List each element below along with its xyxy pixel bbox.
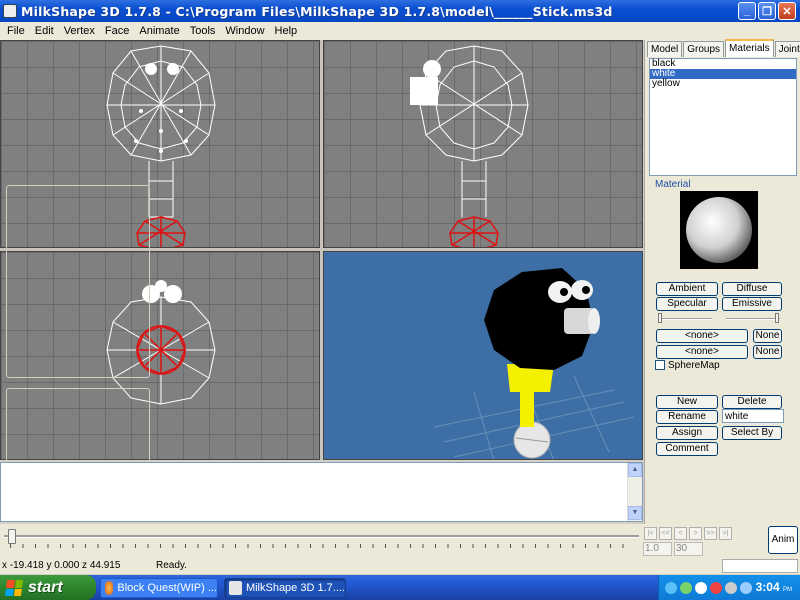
ambient-button[interactable]: Ambient: [656, 282, 718, 296]
menu-animate[interactable]: Animate: [134, 25, 184, 37]
start-label: start: [28, 578, 63, 596]
menu-bar: File Edit Vertex Face Animate Tools Wind…: [0, 22, 800, 40]
panel-tabs: Model Groups Materials Joints: [647, 39, 800, 57]
windows-flag-icon: [4, 579, 24, 596]
volume-icon[interactable]: [725, 581, 737, 594]
material-group: [6, 185, 150, 378]
material-preview: [680, 191, 758, 269]
coordinates-readout: x -19.418 y 0.000 z 44.915: [2, 560, 121, 571]
status-field: [722, 559, 798, 573]
menu-tools[interactable]: Tools: [185, 25, 221, 37]
menu-edit[interactable]: Edit: [30, 25, 59, 37]
tab-groups[interactable]: Groups: [683, 41, 725, 57]
alpha-none-button[interactable]: None: [753, 345, 782, 359]
window-title: MilkShape 3D 1.7.8 - C:\Program Files\Mi…: [21, 3, 613, 19]
clock-time: 3:04: [755, 580, 780, 594]
timeline-thumb[interactable]: [8, 529, 16, 544]
preview-sphere: [686, 197, 752, 263]
material-item-yellow[interactable]: yellow: [650, 79, 796, 89]
menu-face[interactable]: Face: [100, 25, 134, 37]
material-group-label: Material: [654, 179, 692, 190]
next-frame-button[interactable]: >: [689, 527, 702, 540]
side-wireframe: [410, 45, 529, 247]
spheremap-label: SphereMap: [668, 360, 720, 371]
clock[interactable]: 3:04 PM: [756, 580, 792, 594]
status-message: Ready.: [156, 560, 187, 571]
material-name-input[interactable]: [722, 409, 784, 423]
console-scrollbar[interactable]: ▲ ▼: [627, 463, 642, 521]
emissive-button[interactable]: Emissive: [722, 297, 782, 311]
spheremap-checkbox[interactable]: [655, 360, 665, 370]
message-console[interactable]: ▲ ▼: [0, 462, 643, 522]
next-key-button[interactable]: >>: [704, 527, 717, 540]
minimize-button[interactable]: _: [738, 2, 756, 20]
material-actions-group: [6, 388, 150, 462]
viewport-3d[interactable]: [323, 251, 643, 460]
scroll-up-icon[interactable]: ▲: [628, 463, 642, 477]
alpha-texture-button[interactable]: <none>: [656, 345, 748, 359]
update-icon[interactable]: [710, 581, 722, 594]
last-frame-button[interactable]: >|: [719, 527, 732, 540]
taskbar-item-label: Block Quest(WIP) ...: [117, 582, 217, 594]
first-frame-button[interactable]: |<: [644, 527, 657, 540]
title-bar: MilkShape 3D 1.7.8 - C:\Program Files\Mi…: [0, 0, 800, 22]
texture-none-button[interactable]: None: [753, 329, 782, 343]
display-icon[interactable]: [740, 581, 752, 594]
start-button[interactable]: start: [0, 575, 96, 600]
menu-vertex[interactable]: Vertex: [59, 25, 100, 37]
viewport-side[interactable]: [323, 40, 643, 248]
shininess-slider[interactable]: [658, 318, 712, 320]
assign-button[interactable]: Assign: [656, 426, 718, 440]
tab-joints[interactable]: Joints: [774, 41, 800, 57]
transparency-slider[interactable]: [726, 318, 780, 320]
animation-timeline: |< << < > >> >| 1.0 30: [0, 524, 800, 558]
clock-ampm: PM: [783, 587, 792, 593]
close-button[interactable]: ✕: [778, 2, 796, 20]
select-by-button[interactable]: Select By: [722, 426, 782, 440]
anim-toggle-button[interactable]: Anim: [768, 526, 798, 554]
menu-window[interactable]: Window: [220, 25, 269, 37]
status-bar: x -19.418 y 0.000 z 44.915 Ready.: [0, 558, 800, 574]
milkshape-icon: [229, 581, 242, 595]
transparency-thumb[interactable]: [775, 313, 779, 323]
end-frame-field[interactable]: 30: [674, 542, 703, 556]
system-tray: 3:04 PM: [658, 575, 800, 600]
taskbar-item-milkshape[interactable]: MilkShape 3D 1.7....: [224, 578, 346, 598]
specular-button[interactable]: Specular: [656, 297, 718, 311]
material-list[interactable]: black white yellow: [649, 58, 797, 176]
timeline-ticks: [10, 544, 635, 548]
timeline-track[interactable]: [4, 535, 639, 538]
new-material-button[interactable]: New: [656, 395, 718, 409]
maximize-button[interactable]: ❐: [758, 2, 776, 20]
prev-key-button[interactable]: <<: [659, 527, 672, 540]
tab-materials[interactable]: Materials: [725, 39, 774, 57]
comment-button[interactable]: Comment: [656, 442, 718, 456]
taskbar: start Block Quest(WIP) ... MilkShape 3D …: [0, 575, 800, 600]
taskbar-item-browser[interactable]: Block Quest(WIP) ...: [100, 578, 218, 598]
app-icon: [3, 4, 17, 18]
scroll-down-icon[interactable]: ▼: [628, 506, 642, 520]
menu-help[interactable]: Help: [270, 25, 303, 37]
texture-button[interactable]: <none>: [656, 329, 748, 343]
messenger-icon[interactable]: [695, 581, 707, 594]
diffuse-button[interactable]: Diffuse: [722, 282, 782, 296]
menu-file[interactable]: File: [2, 25, 30, 37]
start-frame-field[interactable]: 1.0: [643, 542, 672, 556]
rename-material-button[interactable]: Rename: [656, 410, 718, 424]
delete-material-button[interactable]: Delete: [722, 395, 782, 409]
taskbar-item-label: MilkShape 3D 1.7....: [245, 582, 345, 594]
antivirus-icon[interactable]: [680, 581, 692, 594]
network-icon[interactable]: [665, 581, 677, 594]
firefox-icon: [105, 581, 114, 595]
tab-model[interactable]: Model: [647, 41, 683, 57]
shininess-thumb[interactable]: [658, 313, 662, 323]
prev-frame-button[interactable]: <: [674, 527, 687, 540]
shaded-model: [433, 268, 635, 459]
